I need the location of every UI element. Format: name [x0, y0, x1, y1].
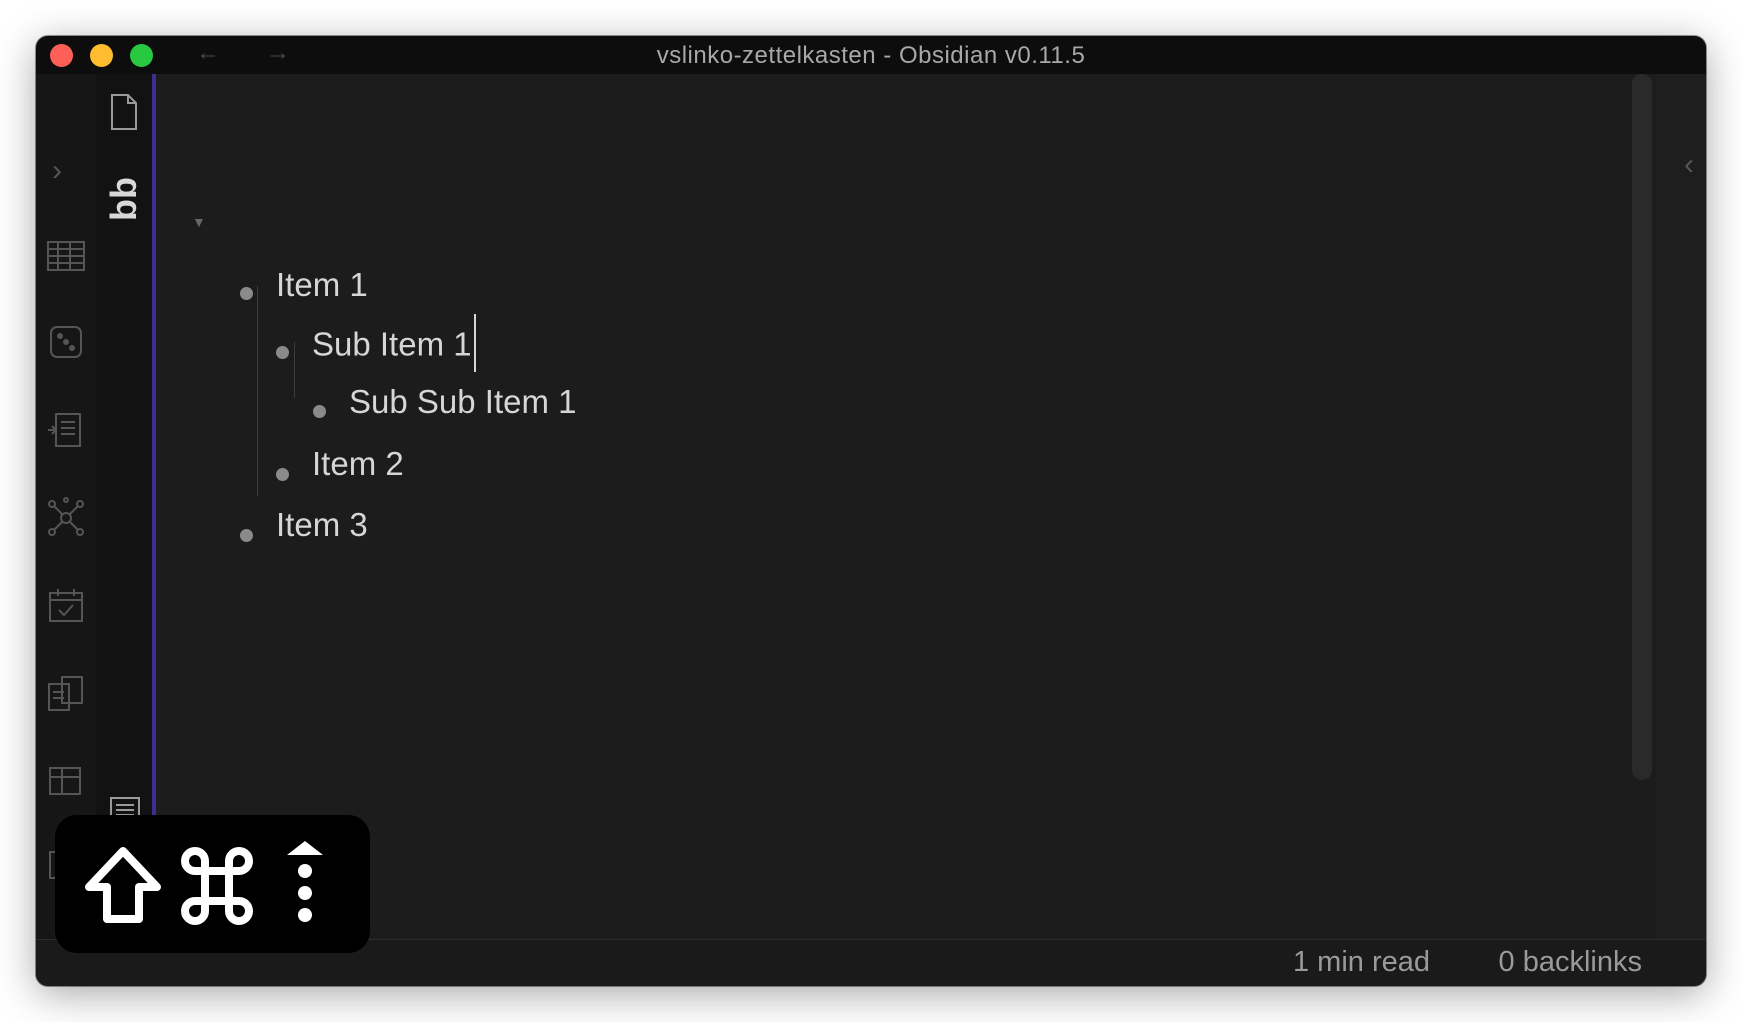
list-item-text: Sub Item 1	[312, 325, 472, 363]
import-icon[interactable]	[44, 408, 88, 452]
list-item[interactable]: Item 2	[312, 445, 404, 483]
bullet-icon	[313, 405, 326, 418]
list-item[interactable]: Item 1	[276, 266, 368, 304]
table-icon[interactable]	[44, 234, 88, 278]
file-icon[interactable]	[106, 92, 142, 132]
fold-toggle-icon[interactable]: ▼	[192, 214, 206, 230]
indent-guide	[294, 342, 295, 398]
file-tab-label[interactable]: bb	[103, 177, 145, 221]
graph-icon[interactable]	[44, 496, 88, 540]
copy-documents-icon[interactable]	[44, 672, 88, 716]
read-time-status: 1 min read	[1292, 946, 1430, 978]
list-item-text: Item 1	[276, 266, 368, 303]
backlinks-status[interactable]: 0 backlinks	[1499, 946, 1642, 979]
left-ribbon: ›	[36, 74, 96, 940]
list-item-text: Sub Sub Item 1	[349, 383, 577, 420]
editor-pane[interactable]: ▼ Item 1 Sub Item 1 Sub Sub Item 1 Item …	[156, 74, 1656, 940]
indent-guide	[257, 286, 258, 496]
bullet-icon	[240, 529, 253, 542]
calendar-check-icon[interactable]	[44, 584, 88, 628]
more-vertical-icon	[287, 841, 323, 922]
list-item[interactable]: Item 3	[276, 506, 368, 544]
grid-icon[interactable]	[44, 760, 88, 804]
bullet-icon	[240, 287, 253, 300]
expand-left-sidebar-icon[interactable]: ›	[52, 154, 62, 188]
bullet-icon	[276, 346, 289, 359]
list-item-text: Item 3	[276, 506, 368, 543]
window-title: vslinko-zettelkasten - Obsidian v0.11.5	[656, 42, 1086, 69]
expand-right-sidebar-icon[interactable]: ‹	[1684, 148, 1694, 182]
shift-key-icon	[85, 847, 161, 923]
editor-scrollbar[interactable]	[1632, 74, 1652, 780]
keystroke-overlay	[55, 815, 370, 953]
title-bar: ← → vslinko-zettelkasten - Obsidian v0.1…	[36, 36, 1706, 74]
text-cursor	[473, 314, 476, 372]
list-item[interactable]: Sub Sub Item 1	[349, 383, 576, 421]
list-item-text: Item 2	[312, 445, 404, 482]
command-key-icon	[181, 847, 253, 925]
dice-icon[interactable]	[44, 320, 88, 364]
list-item[interactable]: Sub Item 1	[312, 314, 476, 372]
bullet-icon	[276, 468, 289, 481]
pinned-file-bar: bb	[96, 74, 156, 940]
